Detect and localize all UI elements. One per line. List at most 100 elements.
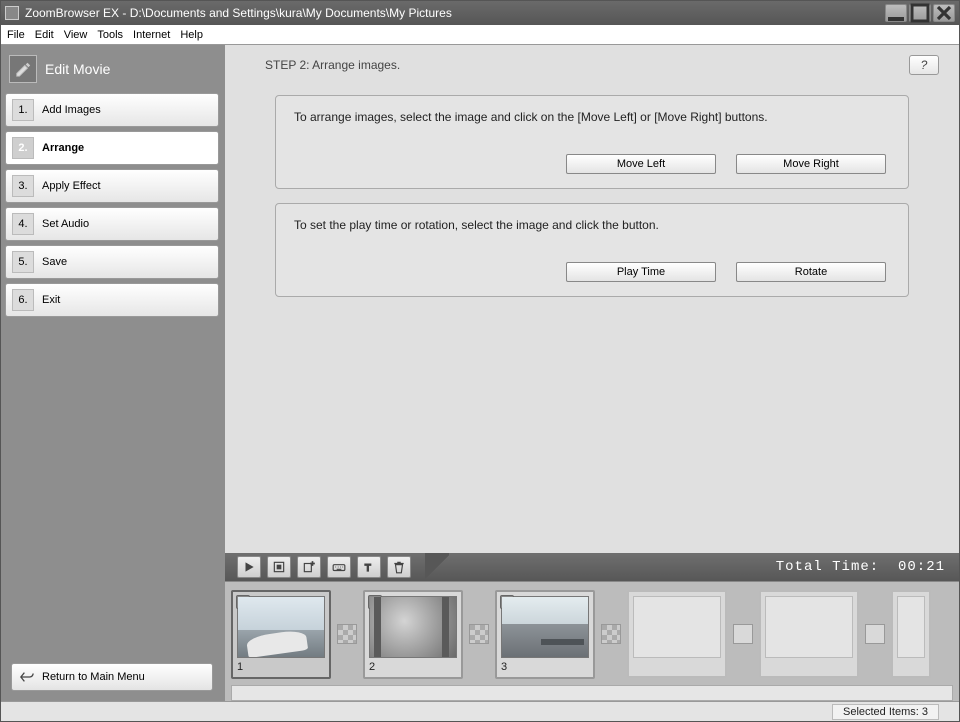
transition-slot[interactable]	[733, 624, 753, 644]
step-set-audio[interactable]: 4. Set Audio	[5, 207, 219, 241]
sidebar: Edit Movie 1. Add Images 2. Arrange 3. A…	[1, 45, 223, 701]
move-left-button[interactable]: Move Left	[566, 154, 716, 174]
clip-thumbnail	[369, 596, 457, 658]
content-inner: To arrange images, select the image and …	[225, 85, 959, 553]
step-number: 6.	[12, 289, 34, 311]
keyboard-icon	[332, 560, 346, 574]
menu-file[interactable]: File	[7, 29, 25, 41]
transition-slot[interactable]	[601, 624, 621, 644]
arrange-instructions: To arrange images, select the image and …	[294, 110, 890, 124]
total-time: Total Time: 00:21	[776, 559, 959, 575]
clip-icon	[272, 560, 286, 574]
timeline-row[interactable]: 1 2 3	[231, 590, 953, 681]
maximize-button[interactable]	[909, 4, 931, 22]
move-right-button[interactable]: Move Right	[736, 154, 886, 174]
timeline-clip[interactable]: 2	[363, 590, 463, 679]
transition-slot[interactable]	[469, 624, 489, 644]
upper-area: Edit Movie 1. Add Images 2. Arrange 3. A…	[1, 45, 959, 701]
clip-number: 3	[501, 658, 589, 673]
step-add-images[interactable]: 1. Add Images	[5, 93, 219, 127]
return-label: Return to Main Menu	[42, 671, 145, 683]
total-time-label: Total Time:	[776, 559, 879, 575]
step-apply-effect[interactable]: 3. Apply Effect	[5, 169, 219, 203]
menubar: File Edit View Tools Internet Help	[1, 25, 959, 45]
maximize-icon	[910, 3, 930, 23]
transition-slot[interactable]	[865, 624, 885, 644]
play-time-button[interactable]: Play Time	[566, 262, 716, 282]
selected-items-cell: Selected Items: 3	[832, 704, 939, 720]
clip-number: 2	[369, 658, 457, 673]
menu-tools[interactable]: Tools	[97, 29, 123, 41]
mode-title: Edit Movie	[45, 61, 110, 77]
close-icon	[934, 3, 954, 23]
statusbar: Selected Items: 3	[1, 701, 959, 721]
hammer-icon	[362, 560, 376, 574]
step-number: 3.	[12, 175, 34, 197]
play-icon	[242, 560, 256, 574]
step-header-text: STEP 2: Arrange images.	[265, 58, 400, 72]
titlebar: ZoomBrowser EX - D:\Documents and Settin…	[1, 1, 959, 25]
timeline-clip[interactable]: 1	[231, 590, 331, 679]
menu-edit[interactable]: Edit	[35, 29, 54, 41]
timeline-scrollbar[interactable]	[231, 685, 953, 701]
delete-clip-button[interactable]	[387, 556, 411, 578]
clip-thumbnail	[501, 596, 589, 658]
keyboard-button[interactable]	[327, 556, 351, 578]
return-icon	[20, 671, 34, 683]
empty-clip-slot[interactable]	[627, 590, 727, 678]
timeline-strip: 1 2 3	[225, 581, 959, 701]
empty-clip-slot[interactable]	[759, 590, 859, 678]
step-label: Exit	[42, 294, 60, 306]
menu-view[interactable]: View	[64, 29, 88, 41]
app-name: ZoomBrowser EX	[25, 6, 119, 20]
step-list: 1. Add Images 2. Arrange 3. Apply Effect…	[5, 93, 219, 317]
step-label: Apply Effect	[42, 180, 101, 192]
title-text: ZoomBrowser EX - D:\Documents and Settin…	[25, 6, 885, 20]
total-time-value: 00:21	[898, 559, 945, 575]
step-arrange[interactable]: 2. Arrange	[5, 131, 219, 165]
rotate-button[interactable]: Rotate	[736, 262, 886, 282]
close-button[interactable]	[933, 4, 955, 22]
selected-label: Selected Items:	[843, 706, 919, 718]
playtime-panel: To set the play time or rotation, select…	[275, 203, 909, 297]
app-icon	[5, 6, 19, 20]
edit-movie-icon	[9, 55, 37, 83]
app-body: Edit Movie 1. Add Images 2. Arrange 3. A…	[1, 45, 959, 721]
menu-internet[interactable]: Internet	[133, 29, 170, 41]
help-button[interactable]: ?	[909, 55, 939, 75]
clip-settings-button[interactable]	[267, 556, 291, 578]
step-label: Add Images	[42, 104, 101, 116]
scrollbar-thumb[interactable]	[232, 686, 952, 700]
step-number: 1.	[12, 99, 34, 121]
timeline-toolbar: Total Time: 00:21	[225, 553, 959, 581]
timeline-clip[interactable]: 3	[495, 590, 595, 679]
help-icon: ?	[921, 58, 928, 72]
step-exit[interactable]: 6. Exit	[5, 283, 219, 317]
step-save[interactable]: 5. Save	[5, 245, 219, 279]
menu-help[interactable]: Help	[180, 29, 203, 41]
timeline-area: Total Time: 00:21 1	[225, 553, 959, 701]
play-button[interactable]	[237, 556, 261, 578]
insert-clip-button[interactable]	[297, 556, 321, 578]
mode-header: Edit Movie	[5, 49, 219, 93]
transition-slot[interactable]	[337, 624, 357, 644]
step-number: 4.	[12, 213, 34, 235]
step-number: 2.	[12, 137, 34, 159]
step-label: Save	[42, 256, 67, 268]
clip-number: 1	[237, 658, 325, 673]
minimize-button[interactable]	[885, 4, 907, 22]
step-label: Arrange	[42, 142, 84, 154]
content-area: STEP 2: Arrange images. ? To arrange ima…	[225, 45, 959, 701]
window-controls	[885, 4, 955, 22]
effects-button[interactable]	[357, 556, 381, 578]
return-to-main-button[interactable]: Return to Main Menu	[11, 663, 213, 691]
arrange-panel: To arrange images, select the image and …	[275, 95, 909, 189]
step-header: STEP 2: Arrange images. ?	[225, 45, 959, 85]
step-label: Set Audio	[42, 218, 89, 230]
trash-icon	[392, 560, 406, 574]
empty-clip-slot[interactable]	[891, 590, 931, 678]
insert-icon	[302, 560, 316, 574]
clip-thumbnail	[237, 596, 325, 658]
selected-count: 3	[922, 706, 928, 718]
step-number: 5.	[12, 251, 34, 273]
